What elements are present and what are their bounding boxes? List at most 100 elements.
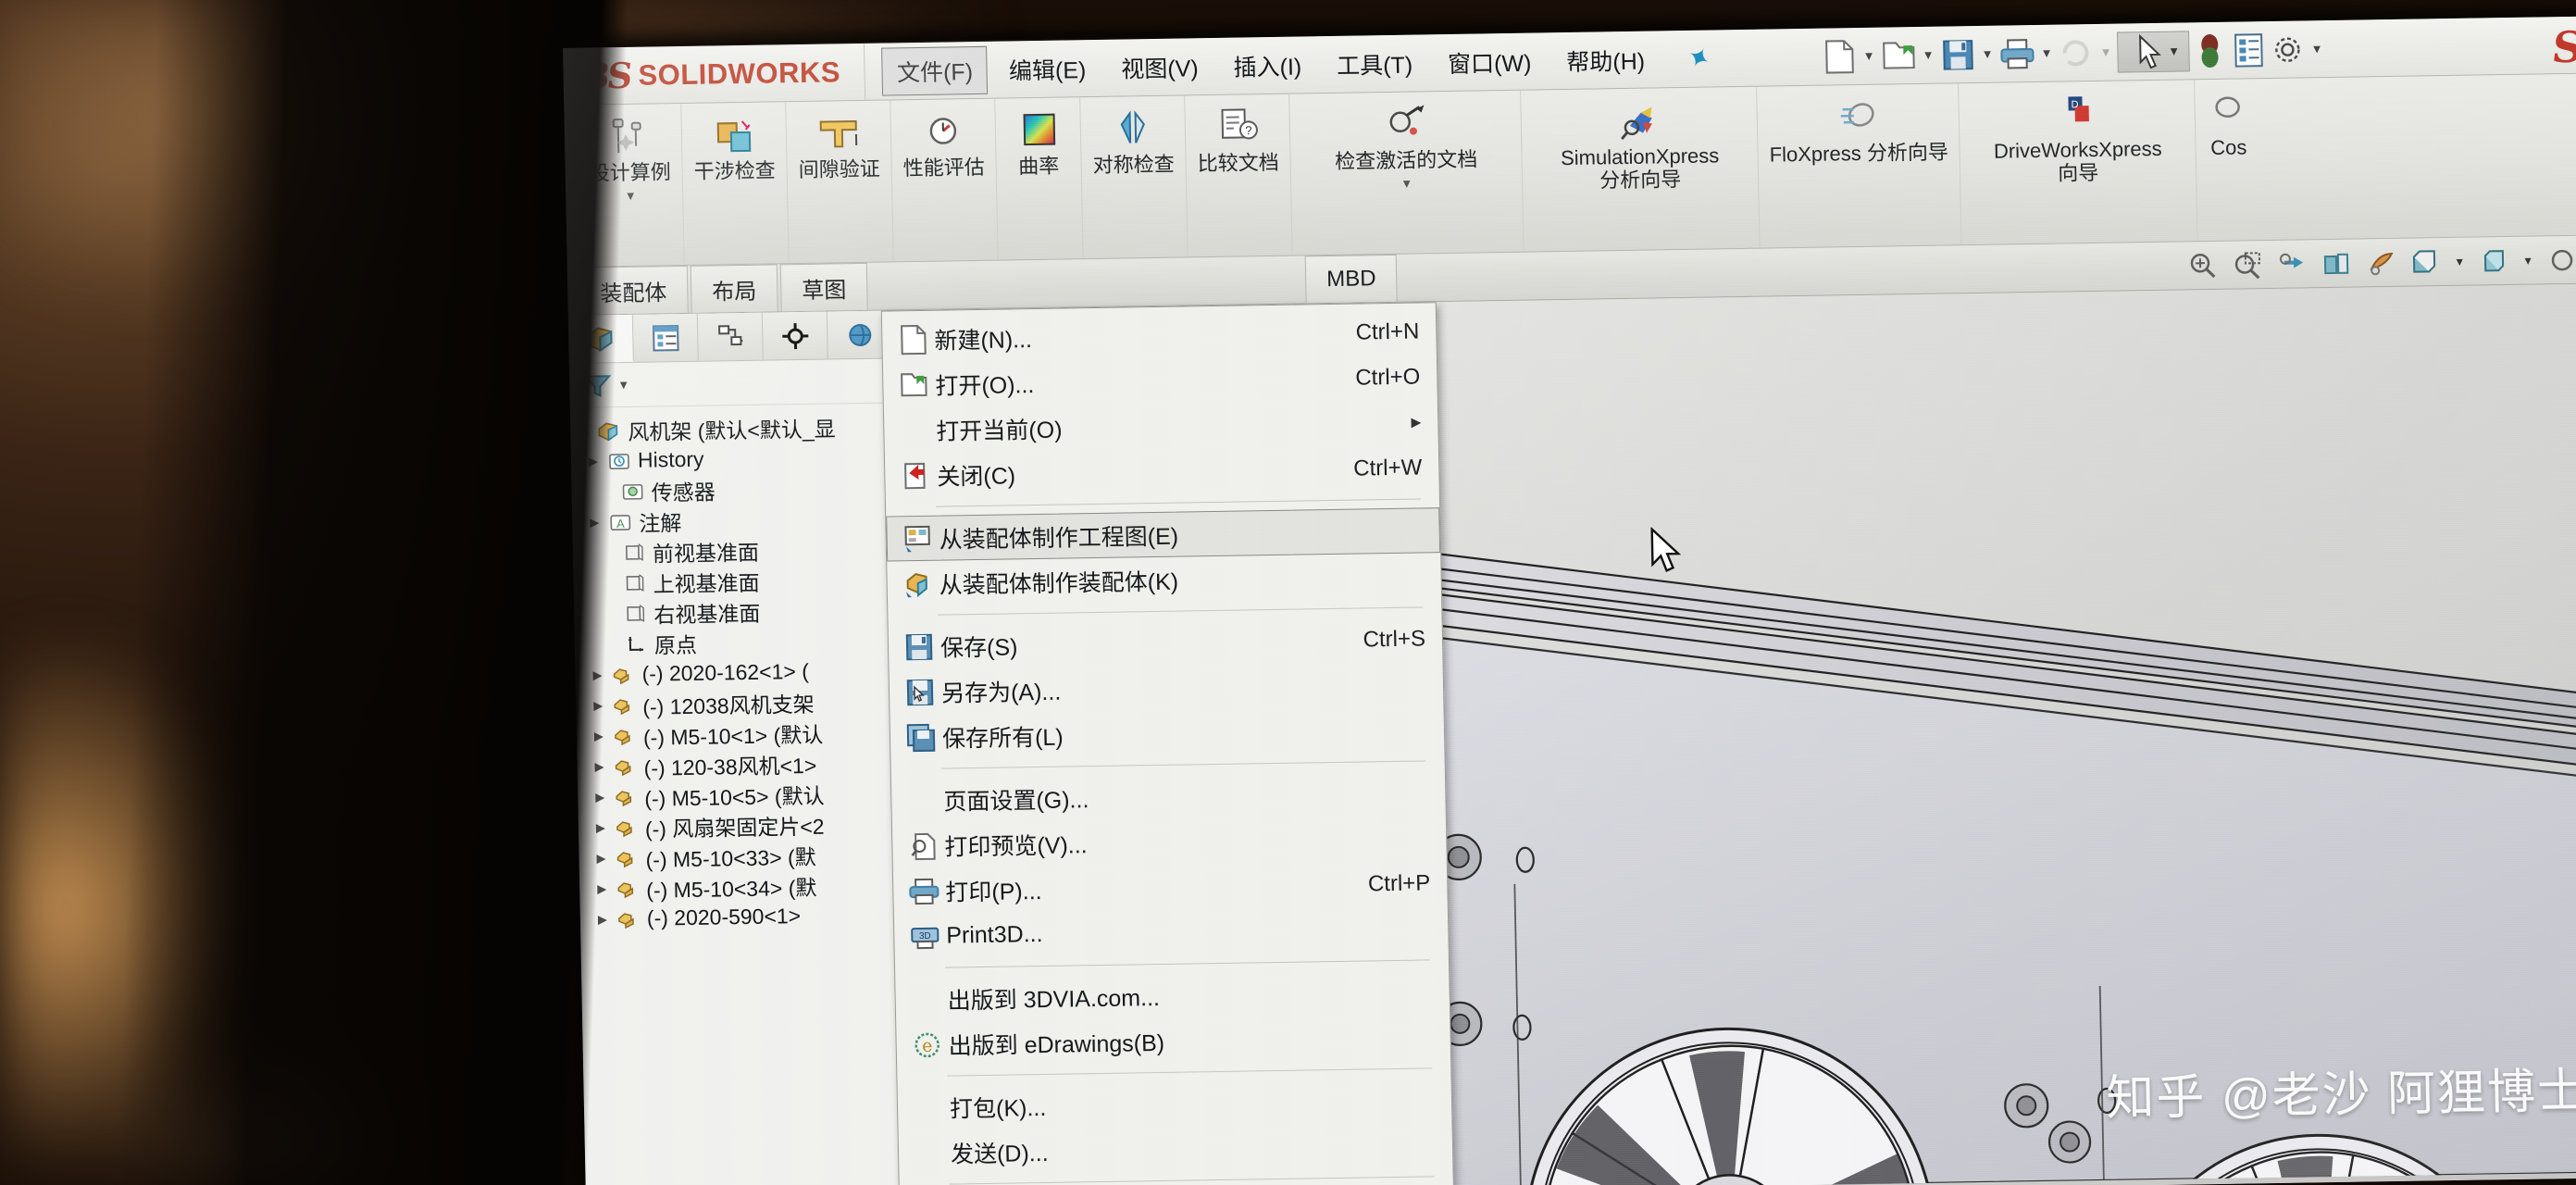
menu-item-close[interactable]: 关闭(C) Ctrl+W [885, 444, 1439, 498]
ribbon-button-clearance-verify[interactable]: 间隙验证 [786, 100, 894, 264]
expander-icon[interactable]: ▶ [590, 667, 604, 682]
expander-icon[interactable]: ▶ [594, 881, 609, 896]
tree-item-front-plane[interactable]: 前视基准面 [579, 532, 897, 568]
design-study-dropdown-caret[interactable]: ▼ [625, 188, 637, 202]
expander-icon[interactable]: ▶ [593, 820, 608, 835]
work-area: ▼ 风机架 (默认<默认_显 ▶ History 传感器 ▶ A 注解 前视基准… [567, 283, 2576, 1185]
tree-item-right-plane[interactable]: 右视基准面 [579, 593, 898, 629]
appearance-icon[interactable] [2546, 243, 2576, 276]
display-style-icon[interactable] [2409, 246, 2442, 279]
configuration-manager-icon[interactable] [697, 312, 764, 361]
tree-item-component[interactable]: ▶ (-) 120-38风机<1> [582, 746, 901, 781]
open-folder-icon[interactable] [1880, 37, 1918, 75]
tree-item-top-plane[interactable]: 上视基准面 [579, 563, 897, 598]
tree-item-component[interactable]: ▶ (-) 12038风机支架 [581, 685, 900, 720]
menu-item-label: 关闭(C) [937, 462, 1016, 491]
tree-item-component[interactable]: ▶ (-) 风扇架固定片<2 [584, 807, 902, 842]
filter-icon[interactable] [582, 372, 613, 398]
expander-icon[interactable]: ▶ [593, 851, 608, 866]
ribbon-button-check-active-document[interactable]: 检查激活的文档 ▼ [1289, 90, 1524, 256]
settings-gear-icon[interactable] [2269, 31, 2307, 69]
front-plane-icon [622, 542, 646, 562]
ribbon-button-performance-eval[interactable]: 性能评估 [890, 98, 999, 262]
feature-manager-icon[interactable] [567, 314, 634, 363]
ribbon-button-compare-documents[interactable]: ? 比较文档 [1185, 94, 1293, 257]
print-dropdown-caret[interactable]: ▼ [2037, 46, 2056, 60]
menu-item-publish-edrawings[interactable]: e 出版到 eDrawings(B) [896, 1014, 1450, 1067]
tree-item-component[interactable]: ▶ (-) M5-10<33> (默 [584, 838, 902, 873]
expander-icon[interactable]: ▶ [591, 729, 606, 743]
expander-icon[interactable]: ▶ [587, 515, 602, 530]
expander-icon[interactable]: ▶ [592, 790, 607, 805]
save-dropdown-caret[interactable]: ▼ [1978, 47, 1997, 61]
ribbon-button-curvature[interactable]: 曲率 [995, 97, 1084, 260]
ribbon-button-costing[interactable]: Cos [2195, 79, 2262, 241]
menu-item-print3d[interactable]: 3D Print3D... [894, 905, 1449, 959]
menu-item-send-to[interactable]: 发送(D)... [899, 1122, 1453, 1176]
filter-dropdown-caret[interactable]: ▼ [617, 378, 629, 392]
settings-dropdown-caret[interactable]: ▼ [2308, 42, 2326, 56]
expander-icon[interactable]: ▶ [595, 912, 610, 927]
expander-icon[interactable]: ▶ [591, 759, 606, 774]
property-manager-icon[interactable] [632, 313, 699, 362]
select-pointer-icon[interactable]: ▼ [2116, 30, 2190, 73]
tree-root-item[interactable]: 风机架 (默认<默认_显 [576, 410, 894, 445]
menu-item-make-assembly-from-assembly[interactable]: 从装配体制作装配体(K) [887, 553, 1441, 606]
menu-item-label: 保存(S) [940, 633, 1018, 662]
save-icon[interactable] [1939, 36, 1977, 74]
menu-item-save-all[interactable]: 保存所有(L) [890, 706, 1445, 760]
pushpin-icon[interactable]: ✦ [1680, 39, 1715, 79]
costing-icon [2209, 88, 2246, 137]
ribbon-button-floxpress[interactable]: FloXpress 分析向导 [1757, 83, 1962, 248]
menu-tools[interactable]: 工具(T) [1323, 40, 1427, 88]
open-folder-dropdown-caret[interactable]: ▼ [1919, 48, 1937, 62]
ribbon-button-interference-check[interactable]: 干涉检查 [681, 102, 790, 265]
menu-view[interactable]: 视图(V) [1107, 43, 1213, 91]
select-dropdown-caret[interactable]: ▼ [2168, 44, 2188, 58]
svg-text:e: e [922, 1035, 933, 1055]
hide-show-icon[interactable] [2478, 244, 2510, 277]
check-active-document-dropdown-caret[interactable]: ▼ [1400, 176, 1412, 190]
menu-item-label: 出版到 3DVIA.com... [947, 984, 1161, 1015]
view-orientation-icon[interactable] [2365, 246, 2397, 279]
new-document-icon[interactable] [1821, 38, 1859, 76]
display-style-dropdown-caret[interactable]: ▼ [2454, 255, 2465, 268]
zoom-to-area-icon[interactable] [2232, 249, 2264, 281]
options-list-icon[interactable] [2230, 31, 2268, 69]
ribbon-button-simulationxpress[interactable]: SimulationXpress 分析向导 [1521, 86, 1761, 252]
menu-help[interactable]: 帮助(H) [1552, 36, 1660, 84]
tab-sketch[interactable]: 草图 [779, 262, 868, 312]
tree-label: (-) 12038风机支架 [642, 692, 815, 719]
expander-icon[interactable]: ▶ [591, 698, 605, 713]
hide-show-dropdown-caret[interactable]: ▼ [2522, 254, 2533, 267]
tree-item-annotations[interactable]: ▶ A 注解 [578, 502, 896, 537]
tree-item-component[interactable]: ▶ (-) 2020-590<1> [586, 899, 904, 934]
tree-item-history[interactable]: ▶ History [577, 441, 895, 476]
ribbon-button-symmetry-check[interactable]: 对称检查 [1080, 95, 1188, 259]
menu-edit[interactable]: 编辑(E) [994, 44, 1100, 93]
display-style-icon[interactable] [2191, 31, 2229, 69]
expander-icon[interactable]: ▶ [586, 454, 601, 468]
tab-layout[interactable]: 布局 [690, 264, 778, 313]
ribbon-button-driveworksxpress[interactable]: D DriveWorksXpress 向导 [1959, 80, 2198, 245]
tab-mbd[interactable]: MBD [1304, 254, 1399, 304]
tree-item-component[interactable]: ▶ (-) M5-10<5> (默认 [583, 777, 902, 812]
ribbon-button-design-study[interactable]: 设计算例 ▼ [577, 103, 685, 267]
component-icon [613, 755, 637, 776]
previous-view-icon[interactable] [2276, 248, 2308, 281]
tree-item-component[interactable]: ▶ (-) M5-10<1> (默认 [582, 716, 901, 751]
section-view-icon[interactable] [2321, 247, 2353, 280]
menu-insert[interactable]: 插入(I) [1219, 42, 1316, 90]
tree-item-component[interactable]: ▶ (-) M5-10<34> (默 [585, 868, 903, 904]
tree-item-origin[interactable]: 原点 [580, 624, 899, 659]
tab-assembly[interactable]: 装配体 [578, 265, 689, 315]
print-icon[interactable] [1998, 35, 2036, 73]
tree-item-sensors[interactable]: 传感器 [577, 471, 895, 506]
tree-label: (-) M5-10<33> (默 [645, 844, 816, 872]
dimxpert-manager-icon[interactable] [762, 311, 828, 360]
menu-window[interactable]: 窗口(W) [1434, 38, 1546, 86]
new-document-dropdown-caret[interactable]: ▼ [1860, 49, 1878, 63]
menu-file[interactable]: 文件(F) [881, 45, 989, 96]
zoom-to-fit-icon[interactable] [2187, 249, 2220, 281]
tree-item-component[interactable]: ▶ (-) 2020-162<1> ( [580, 655, 899, 690]
